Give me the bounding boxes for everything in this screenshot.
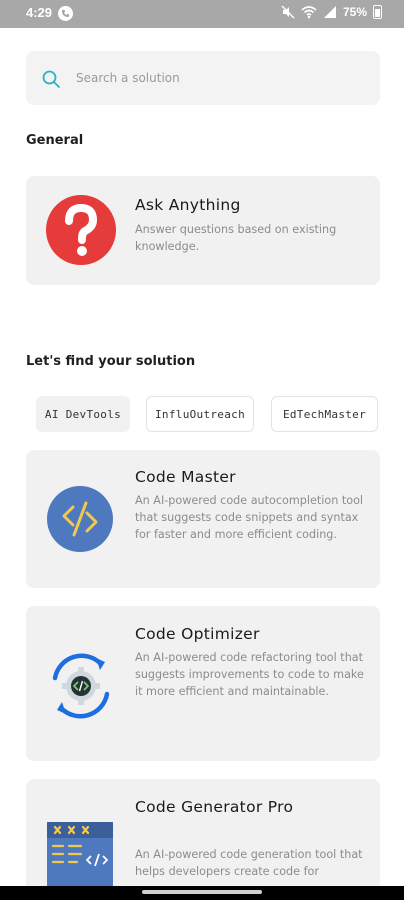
code-generator-icon: [47, 822, 113, 886]
navigation-bar: [0, 886, 404, 900]
signal-icon: [323, 5, 337, 19]
home-indicator[interactable]: [142, 890, 262, 894]
code-generator-pro-card[interactable]: Code Generator Pro An AI-powered code ge…: [26, 779, 380, 886]
chip-ai-devtools[interactable]: AI DevTools: [36, 396, 130, 432]
phone-icon: [58, 6, 73, 21]
card-title: Code Optimizer: [135, 625, 260, 643]
code-optimizer-card[interactable]: Code Optimizer An AI-powered code refact…: [26, 606, 380, 761]
wifi-icon: [301, 5, 317, 19]
battery-icon: [373, 5, 382, 19]
general-heading: General: [26, 133, 84, 148]
mute-icon: [281, 5, 295, 19]
card-description: An AI-powered code refactoring tool that…: [135, 651, 364, 698]
code-master-card[interactable]: Code Master An AI-powered code autocompl…: [26, 450, 380, 588]
status-bar: 4:29 75%: [0, 0, 404, 28]
search-input[interactable]: [76, 67, 366, 89]
question-icon: [45, 194, 117, 270]
code-slash-icon: [47, 486, 113, 556]
ask-anything-card[interactable]: Ask Anything Answer questions based on e…: [26, 176, 380, 285]
card-title: Code Master: [135, 468, 236, 486]
search-bar[interactable]: [26, 51, 380, 105]
chip-influoutreach[interactable]: InfluOutreach: [146, 396, 254, 432]
solutions-heading: Let's find your solution: [26, 354, 196, 369]
card-title: Code Generator Pro: [135, 798, 294, 816]
status-icons: 75%: [281, 5, 382, 19]
card-description: Answer questions based on existing knowl…: [135, 223, 337, 253]
status-time: 4:29: [26, 5, 53, 20]
card-description: An AI-powered code generation tool that …: [135, 848, 363, 878]
card-title: Ask Anything: [135, 196, 241, 214]
code-refresh-icon: [43, 648, 119, 728]
search-icon: [41, 69, 61, 93]
chip-edtechmaster[interactable]: EdTechMaster: [271, 396, 378, 432]
battery-percent: 75%: [342, 5, 367, 19]
card-description: An AI-powered code autocompletion tool t…: [135, 494, 364, 541]
